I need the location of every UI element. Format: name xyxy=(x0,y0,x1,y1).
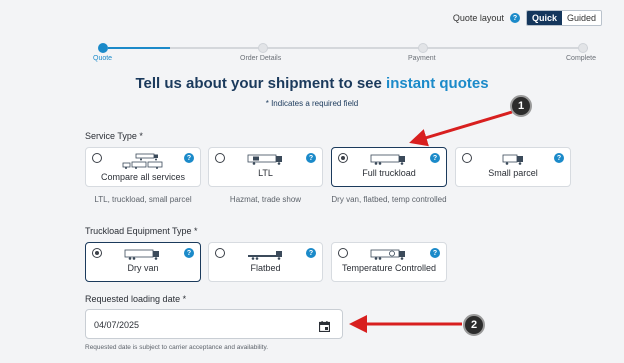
loading-date-input[interactable]: 04/07/2025 xyxy=(85,309,343,339)
guided-layout-button[interactable]: Guided xyxy=(561,11,601,25)
equipment-label-flatbed: Flatbed xyxy=(250,263,281,273)
quick-layout-button[interactable]: Quick xyxy=(526,11,562,25)
progress-fill xyxy=(108,47,170,49)
dry-van-icon xyxy=(86,247,200,261)
equipment-type-label: Truckload Equipment Type * xyxy=(85,226,198,236)
step-dot-payment xyxy=(418,43,428,53)
arrow-1 xyxy=(409,110,513,147)
step-dot-quote xyxy=(98,43,108,53)
equipment-option-temperature-controlled[interactable]: ? Temperature Controlled xyxy=(331,242,447,282)
step-dot-complete xyxy=(578,43,588,53)
service-sub-ltl: Hazmat, trade show xyxy=(229,195,302,204)
annotation-badge-1: 1 xyxy=(510,95,532,117)
loading-date-value: 04/07/2025 xyxy=(94,320,140,330)
step-label-quote: Quote xyxy=(93,55,113,62)
service-label-ltl: LTL xyxy=(258,168,273,178)
step-dot-order-details xyxy=(258,43,268,53)
step-label-order-details: Order Details xyxy=(240,55,282,62)
loading-date-label: Requested loading date * xyxy=(85,294,187,304)
equipment-label-dry-van: Dry van xyxy=(127,263,159,273)
annotation-badge-2: 2 xyxy=(463,314,485,336)
equipment-label-temperature-controlled: Temperature Controlled xyxy=(341,263,437,273)
parcel-van-icon xyxy=(456,152,570,166)
help-icon[interactable]: ? xyxy=(430,153,440,163)
title-accent: instant quotes xyxy=(386,75,489,92)
loading-date-footnote: Requested date is subject to carrier acc… xyxy=(85,344,269,351)
step-label-payment: Payment xyxy=(408,55,436,62)
reefer-icon xyxy=(332,247,446,261)
service-option-full-truckload[interactable]: ? Full truckload xyxy=(331,147,447,187)
help-icon[interactable]: ? xyxy=(554,153,564,163)
service-label-small-parcel: Small parcel xyxy=(488,168,538,178)
service-sub-full-truckload: Dry van, flatbed, temp controlled xyxy=(331,195,447,204)
progress-track xyxy=(170,47,588,49)
help-icon[interactable]: ? xyxy=(306,153,316,163)
help-icon[interactable]: ? xyxy=(184,153,194,163)
service-option-compare-all[interactable]: ? Compare all services xyxy=(85,147,201,187)
service-option-small-parcel[interactable]: ? Small parcel xyxy=(455,147,571,187)
equipment-option-flatbed[interactable]: ? Flatbed xyxy=(208,242,323,282)
flatbed-icon xyxy=(209,247,322,261)
calendar-icon[interactable] xyxy=(318,319,331,337)
service-label-full-truckload: Full truckload xyxy=(362,168,416,178)
service-type-label: Service Type * xyxy=(85,131,143,141)
service-option-ltl[interactable]: ? LTL xyxy=(208,147,323,187)
progress-stepper: Quote Order Details Payment Complete xyxy=(0,42,624,68)
quote-layout-label: Quote layout xyxy=(452,13,504,23)
ltl-truck-icon xyxy=(209,152,322,166)
service-sub-compare-all: LTL, truckload, small parcel xyxy=(94,195,192,204)
quote-layout-toggle: Quick Guided xyxy=(525,10,602,26)
page-title: Tell us about your shipment to see insta… xyxy=(135,75,489,92)
help-icon[interactable]: ? xyxy=(509,13,520,23)
help-icon[interactable]: ? xyxy=(184,248,194,258)
help-icon[interactable]: ? xyxy=(430,248,440,258)
equipment-option-dry-van[interactable]: ? Dry van xyxy=(85,242,201,282)
quote-layout-bar: Quote layout ? Quick Guided xyxy=(453,10,602,26)
mixed-vehicles-icon xyxy=(86,152,200,170)
service-label-compare-all: Compare all services xyxy=(100,172,186,182)
step-label-complete: Complete xyxy=(566,55,596,62)
truckload-icon xyxy=(332,152,446,166)
help-icon[interactable]: ? xyxy=(306,248,316,258)
